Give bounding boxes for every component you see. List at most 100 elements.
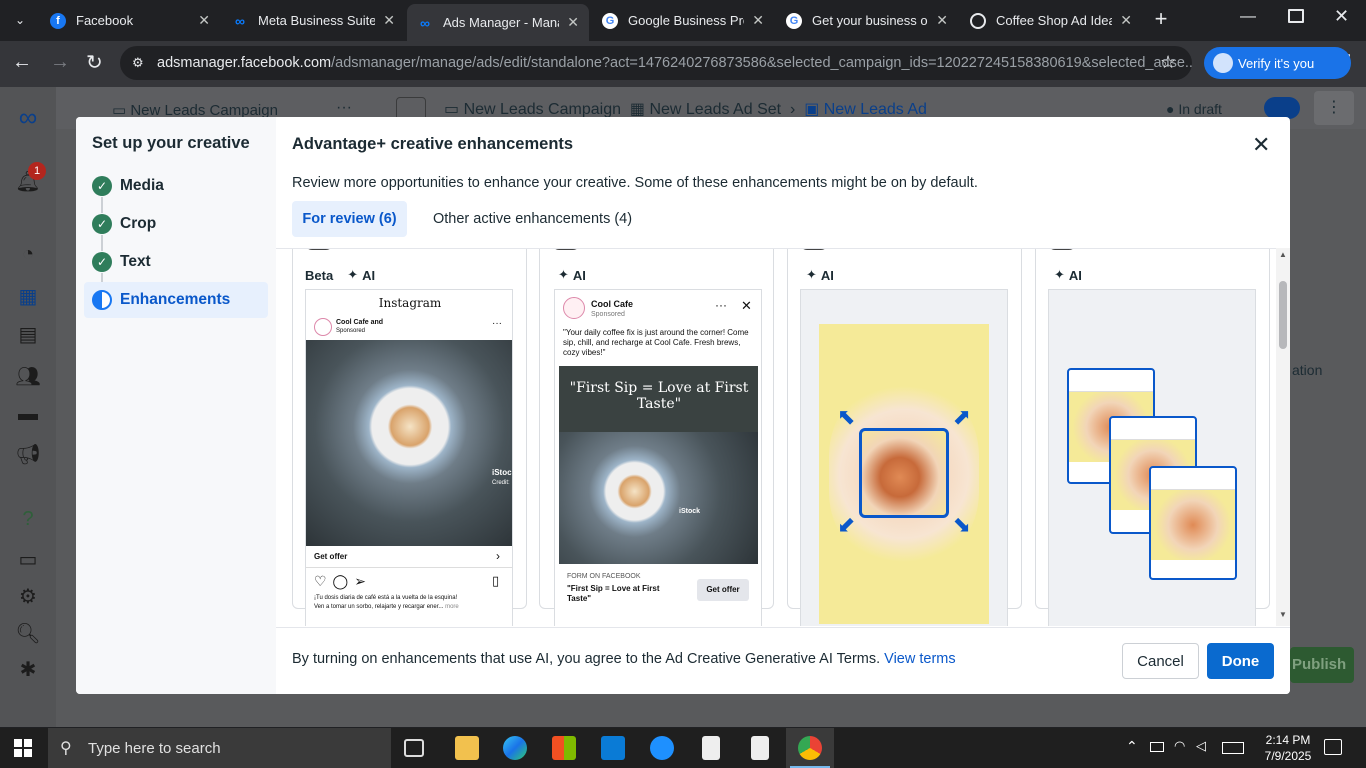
enhancement-card[interactable]: ✦ AI — [1035, 249, 1270, 626]
sponsored-label: Sponsored — [591, 311, 625, 318]
windows-taskbar: ⚲ Type here to search ⌃ ◠ ◁ 2:14 PM 7/9/… — [0, 728, 1366, 768]
done-button[interactable]: Done — [1207, 643, 1274, 679]
file-explorer-icon[interactable] — [455, 736, 479, 760]
close-icon[interactable]: ✕ — [1252, 132, 1270, 158]
scrollbar[interactable]: ▲ ▼ — [1276, 248, 1290, 626]
overlay-text: "First Sip = Love at First Taste" — [569, 380, 749, 412]
step-connector — [101, 235, 103, 251]
tab-other-enhancements[interactable]: Other active enhancements (4) — [433, 201, 632, 237]
ai-terms-text: By turning on enhancements that use AI, … — [292, 651, 956, 667]
toggle-switch[interactable] — [1048, 249, 1076, 250]
more-menu-button[interactable]: ⋮ — [1314, 91, 1354, 125]
close-tab-icon[interactable]: ✕ — [198, 12, 210, 29]
close-tab-icon[interactable]: ✕ — [567, 14, 579, 31]
more-icon[interactable]: ··· — [336, 99, 352, 117]
step-enhancements[interactable]: Enhancements — [92, 289, 230, 311]
document-icon[interactable] — [702, 736, 720, 760]
browser-tab[interactable]: G Google Business Prof ✕ — [592, 4, 774, 37]
notifications-center-icon[interactable] — [1324, 739, 1342, 755]
expand-image-preview: ⬉ ⬈ ⬋ ⬊ — [800, 289, 1008, 626]
dashboard-icon[interactable]: ◔ — [14, 240, 42, 268]
browser-tab-active[interactable]: ∞ Ads Manager - Mana ✕ — [407, 4, 589, 41]
address-bar[interactable]: ⚙ adsmanager.facebook.com/adsmanager/man… — [120, 46, 1192, 80]
tab-search-button[interactable]: ⌄ — [8, 8, 32, 32]
volume-icon[interactable]: ◁ — [1196, 738, 1206, 754]
forward-icon[interactable]: → — [50, 51, 70, 74]
publish-button[interactable]: Publish — [1290, 647, 1354, 683]
minimize-button[interactable]: — — [1240, 8, 1260, 26]
bug-icon[interactable]: ✱ — [14, 655, 42, 683]
system-clock[interactable]: 2:14 PM 7/9/2025 — [1258, 732, 1318, 764]
billing-icon[interactable]: ▬ — [14, 400, 42, 428]
action-icons: ♡◯➢ — [314, 573, 372, 589]
tray-chevron-icon[interactable]: ⌃ — [1126, 738, 1138, 755]
search-icon[interactable]: 🔍︎ — [14, 619, 42, 647]
scroll-up-icon[interactable]: ▲ — [1279, 250, 1287, 259]
close-tab-icon[interactable]: ✕ — [1120, 12, 1132, 29]
variation-card — [1149, 466, 1237, 580]
campaigns-icon[interactable]: 📢︎ — [14, 440, 42, 468]
enhancement-card[interactable]: Beta ✦ AI Instagram Cool Cafe and Sponsor… — [292, 249, 527, 626]
close-window-button[interactable]: ✕ — [1334, 6, 1349, 27]
site-info-icon[interactable]: ⚙ — [132, 55, 144, 71]
verify-button[interactable]: Verify it's you — [1204, 47, 1351, 79]
watermark: iStock — [492, 468, 512, 477]
scroll-down-icon[interactable]: ▼ — [1279, 610, 1287, 619]
toggle-switch[interactable] — [305, 249, 333, 250]
close-tab-icon[interactable]: ✕ — [752, 12, 764, 29]
chrome-taskbar-button[interactable] — [786, 728, 834, 768]
new-tab-button[interactable]: + — [1150, 6, 1172, 32]
help-icon[interactable]: ? — [14, 505, 42, 533]
settings-icon[interactable]: ⚙ — [14, 582, 42, 610]
restore-button[interactable] — [1288, 9, 1304, 23]
battery-icon[interactable] — [1150, 742, 1164, 752]
step-media[interactable]: ✓ Media — [92, 175, 164, 197]
edge-icon[interactable] — [503, 736, 527, 760]
step-connector — [101, 197, 103, 213]
latte-photo: iStock Credit: — [306, 340, 512, 546]
browser-tab[interactable]: Coffee Shop Ad Ideas ✕ — [960, 4, 1142, 37]
wifi-icon[interactable]: ◠ — [1174, 738, 1185, 754]
bookmark-icon: ▯ — [492, 573, 500, 588]
meta-logo-icon[interactable]: ∞ — [14, 102, 42, 132]
scrollbar-thumb[interactable] — [1279, 281, 1287, 349]
reload-icon[interactable]: ↻ — [86, 50, 103, 75]
view-terms-link[interactable]: View terms — [884, 651, 955, 667]
mail-icon[interactable] — [601, 736, 625, 760]
browser-tab[interactable]: ∞ Meta Business Suite ✕ — [222, 4, 405, 37]
toggle-switch[interactable] — [1264, 97, 1300, 119]
store-icon[interactable] — [552, 736, 576, 760]
task-view-icon[interactable] — [404, 739, 424, 757]
cancel-button[interactable]: Cancel — [1122, 643, 1199, 679]
browser-tab[interactable]: G Get your business on ✕ — [776, 4, 958, 37]
half-circle-icon — [92, 290, 112, 310]
ad-image: "First Sip = Love at First Taste" iStock — [559, 366, 758, 564]
ads-manager-icon[interactable]: ▦ — [14, 282, 42, 310]
ai-sparkle-icon: ✦ — [1054, 267, 1065, 282]
browser-tab[interactable]: f Facebook ✕ — [40, 4, 220, 37]
tab-for-review[interactable]: For review (6) — [292, 201, 407, 237]
back-icon[interactable]: ← — [12, 51, 32, 74]
audiences-icon[interactable]: 👥︎ — [14, 362, 42, 390]
taskbar-search-input[interactable]: ⚲ Type here to search — [48, 728, 391, 768]
windows-start-icon[interactable] — [14, 739, 32, 757]
cta-get-offer[interactable]: Get offer › — [306, 546, 512, 568]
toggle-switch[interactable] — [800, 249, 828, 250]
toggle-switch[interactable] — [552, 249, 580, 250]
step-crop[interactable]: ✓ Crop — [92, 213, 156, 235]
pages-icon[interactable]: ▤ — [14, 320, 42, 348]
close-tab-icon[interactable]: ✕ — [936, 12, 948, 29]
cta-get-offer[interactable]: Get offer — [697, 579, 749, 601]
bookmark-star-icon[interactable]: ☆ — [1160, 52, 1176, 73]
reports-icon[interactable]: ▭ — [14, 545, 42, 573]
facebook-ad-preview: Cool Cafe Sponsored ··· ✕ "Your daily co… — [554, 289, 762, 626]
step-text[interactable]: ✓ Text — [92, 251, 151, 273]
close-tab-icon[interactable]: ✕ — [383, 12, 395, 29]
app-icon[interactable] — [650, 736, 674, 760]
document-icon[interactable] — [751, 736, 769, 760]
enhancement-card[interactable]: ✦ AI ⬉ ⬈ ⬋ ⬊ — [787, 249, 1022, 626]
google-icon: G — [786, 12, 802, 29]
enhancement-card[interactable]: ✦ AI Cool Cafe Sponsored ··· ✕ "Your dail… — [539, 249, 774, 626]
browser-tab-bar: ⌄ f Facebook ✕ ∞ Meta Business Suite ✕ ∞… — [0, 0, 1366, 41]
keyboard-icon[interactable] — [1222, 742, 1244, 754]
